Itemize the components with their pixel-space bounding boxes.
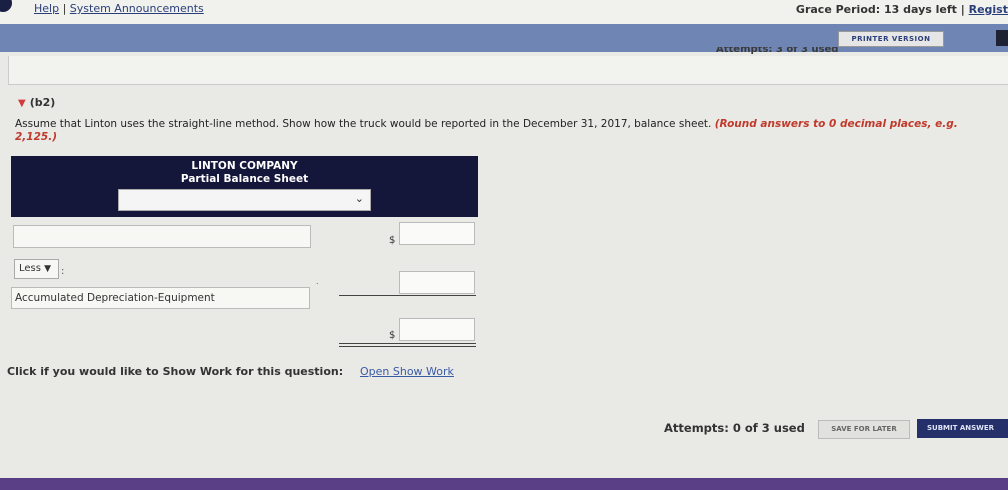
statement-name: Partial Balance Sheet — [180, 173, 309, 185]
subtotal-rule — [339, 295, 476, 296]
printer-version-button[interactable]: PRINTER VERSION — [838, 31, 944, 47]
accumulated-depreciation-label[interactable]: Accumulated Depreciation-Equipment — [11, 287, 310, 309]
top-links: Help | System Announcements — [34, 2, 204, 15]
net-book-value-amount-input[interactable] — [399, 318, 475, 341]
grace-separator: | — [960, 3, 969, 16]
part-heading[interactable]: ▼ (b2) — [18, 96, 55, 109]
dot-mark: . — [316, 277, 319, 286]
instructions-text: Assume that Linton uses the straight-lin… — [15, 118, 712, 130]
statement-title: LINTON COMPANY Partial Balance Sheet — [11, 160, 478, 186]
show-work-prompt: Click if you would like to Show Work for… — [7, 365, 344, 378]
toolbar-corner-button[interactable] — [996, 30, 1008, 46]
attempts-counter: Attempts: 0 of 3 used — [664, 421, 805, 435]
top-bar: Help | System Announcements Grace Period… — [0, 0, 1008, 24]
statement-date-select[interactable]: ⌄ — [118, 189, 371, 211]
currency-symbol-1: $ — [389, 235, 396, 246]
total-rule-bottom — [339, 346, 476, 347]
asset-account-input[interactable] — [13, 225, 311, 248]
currency-symbol-2: $ — [389, 330, 396, 341]
total-rule-top — [339, 343, 476, 344]
help-link[interactable]: Help — [34, 2, 59, 15]
part-label: (b2) — [29, 96, 56, 109]
chevron-down-icon: ▼ — [44, 264, 52, 274]
accumulated-depreciation-amount-input[interactable] — [399, 271, 475, 294]
less-select-value: Less — [19, 263, 41, 274]
system-announcements-link[interactable]: System Announcements — [70, 2, 204, 15]
collapse-triangle-icon[interactable]: ▼ — [18, 98, 26, 109]
company-name: LINTON COMPANY — [191, 160, 298, 172]
grace-period-area: Grace Period: 13 days left | Regist — [796, 3, 1008, 16]
submit-answer-button[interactable]: SUBMIT ANSWER — [917, 419, 1008, 438]
chevron-down-icon: ⌄ — [354, 192, 364, 205]
less-select[interactable]: Less ▼ — [14, 259, 59, 279]
register-link[interactable]: Regist — [969, 3, 1008, 16]
previous-question-area — [8, 56, 1008, 85]
grace-period-text: Grace Period: 13 days left — [795, 3, 957, 16]
bottom-strip — [0, 478, 1008, 490]
link-separator: | — [59, 2, 70, 15]
truck-cost-amount-input[interactable] — [399, 222, 475, 245]
colon-mark: : — [61, 266, 65, 277]
save-for-later-button[interactable]: SAVE FOR LATER — [818, 420, 910, 439]
question-instructions: Assume that Linton uses the straight-lin… — [15, 118, 1000, 144]
open-show-work-link[interactable]: Open Show Work — [360, 365, 454, 378]
balance-sheet-header: LINTON COMPANY Partial Balance Sheet ⌄ — [11, 156, 478, 217]
brand-logo-icon — [0, 0, 12, 12]
